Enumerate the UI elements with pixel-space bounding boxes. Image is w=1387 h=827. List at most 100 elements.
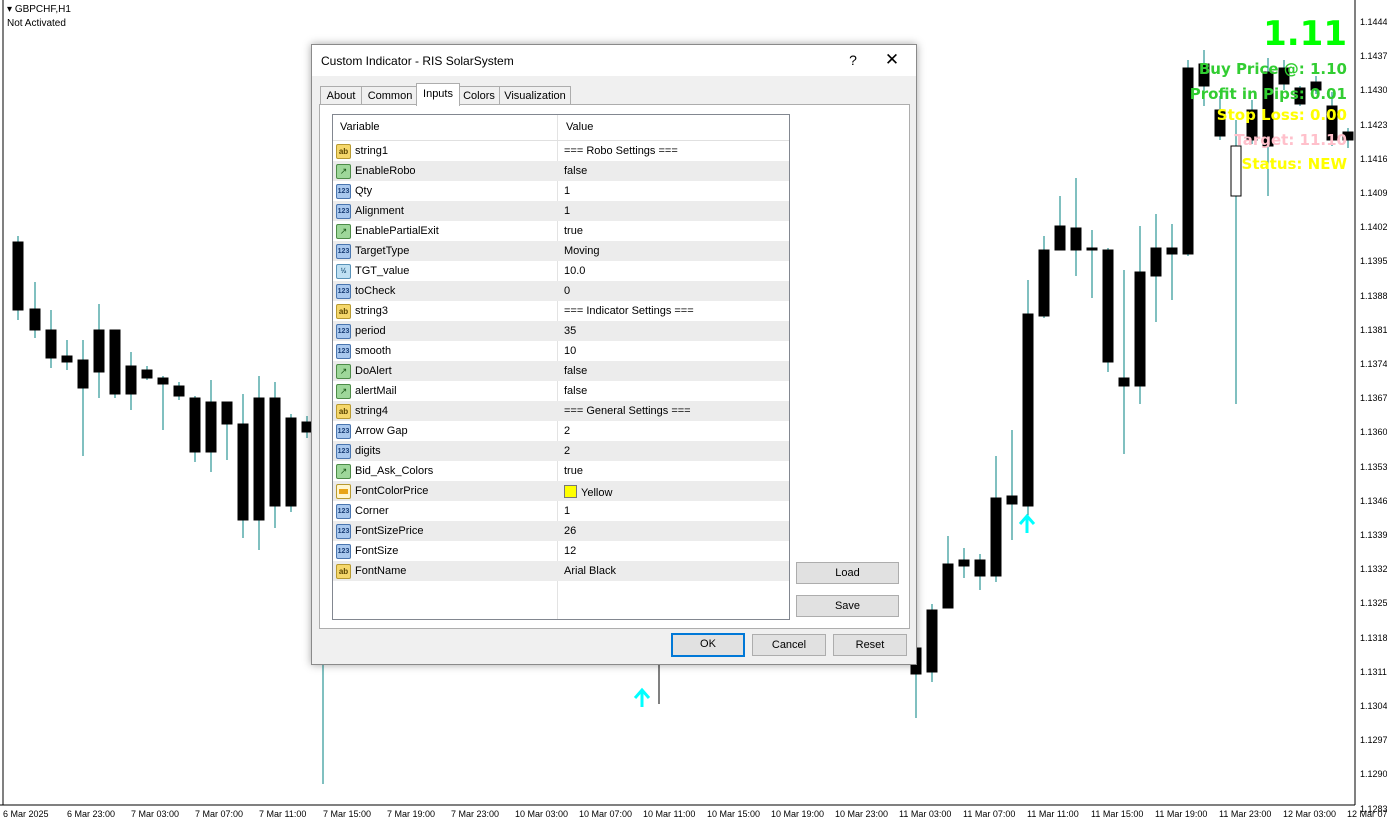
input-value[interactable]: === Robo Settings === <box>564 145 678 157</box>
input-row[interactable]: 123 Qty 1 <box>333 181 789 201</box>
input-variable-name: Arrow Gap <box>355 425 408 437</box>
price-axis-label: 1.1339 <box>1360 530 1387 540</box>
input-value[interactable]: 12 <box>564 545 576 557</box>
input-value[interactable]: false <box>564 165 587 177</box>
input-row[interactable]: ↗ EnablePartialExit true <box>333 221 789 241</box>
input-value[interactable]: Moving <box>564 245 599 257</box>
input-value[interactable]: === Indicator Settings === <box>564 305 694 317</box>
integer-type-icon: 123 <box>336 284 351 299</box>
candle-body <box>141 369 153 379</box>
input-value[interactable]: 10 <box>564 345 576 357</box>
input-value[interactable]: 2 <box>564 445 570 457</box>
overlay-buy-price: Buy Price @: 1.10 <box>1198 60 1347 78</box>
tab-common[interactable]: Common <box>361 86 419 105</box>
input-row[interactable]: ab string3 === Indicator Settings === <box>333 301 789 321</box>
input-row[interactable]: 123 FontSizePrice 26 <box>333 521 789 541</box>
candle-body <box>93 329 105 373</box>
input-value[interactable]: 35 <box>564 325 576 337</box>
input-variable-name: FontName <box>355 565 407 577</box>
input-row[interactable]: ab string1 === Robo Settings === <box>333 141 789 161</box>
dialog-titlebar[interactable]: Custom Indicator - RIS SolarSystem ? ✕ <box>312 45 916 76</box>
tab-colors[interactable]: Colors <box>458 86 500 105</box>
input-row[interactable]: 123 digits 2 <box>333 441 789 461</box>
candle-body <box>1102 249 1114 363</box>
input-row[interactable]: 123 Arrow Gap 2 <box>333 421 789 441</box>
input-row[interactable]: ab FontName Arial Black <box>333 561 789 581</box>
input-value[interactable]: 26 <box>564 525 576 537</box>
input-row[interactable]: ½ TGT_value 10.0 <box>333 261 789 281</box>
overlay-profit: Profit in Pips: 0.01 <box>1189 85 1347 103</box>
time-axis-label: 10 Mar 15:00 <box>707 809 761 819</box>
input-value[interactable]: true <box>564 465 583 477</box>
input-value[interactable]: false <box>564 365 587 377</box>
candle-body <box>1038 249 1050 317</box>
input-value[interactable]: 1 <box>564 205 570 217</box>
time-axis-label: 10 Mar 07:00 <box>579 809 633 819</box>
input-variable-name: TGT_value <box>355 265 410 277</box>
bool-type-icon: ↗ <box>336 164 351 179</box>
tab-visualization[interactable]: Visualization <box>499 86 571 105</box>
input-value[interactable]: 0 <box>564 285 570 297</box>
symbol-dropdown-icon[interactable]: ▾ <box>7 4 12 15</box>
save-button[interactable]: Save <box>796 595 899 617</box>
price-axis-label: 1.1311 <box>1360 666 1387 677</box>
input-row[interactable]: ab string4 === General Settings === <box>333 401 789 421</box>
price-axis-label: 1.1437 <box>1360 51 1387 62</box>
input-value[interactable]: 10.0 <box>564 265 585 277</box>
input-row[interactable]: 123 Alignment 1 <box>333 201 789 221</box>
input-row[interactable]: 123 FontSize 12 <box>333 541 789 561</box>
integer-type-icon: 123 <box>336 324 351 339</box>
input-value[interactable]: Yellow <box>564 485 612 499</box>
input-row[interactable]: ↗ EnableRobo false <box>333 161 789 181</box>
tab-about[interactable]: About <box>320 86 362 105</box>
integer-type-icon: 123 <box>336 504 351 519</box>
price-axis-label: 1.1360 <box>1360 427 1387 438</box>
time-axis-label: 6 Mar 23:00 <box>67 809 116 819</box>
input-variable-name: Corner <box>355 505 389 517</box>
reset-button[interactable]: Reset <box>833 634 907 656</box>
string-type-icon: ab <box>336 304 351 319</box>
candle-body <box>205 401 217 453</box>
input-row[interactable]: 123 period 35 <box>333 321 789 341</box>
ok-button[interactable]: OK <box>671 633 745 657</box>
cancel-button[interactable]: Cancel <box>752 634 826 656</box>
input-row[interactable]: ↗ Bid_Ask_Colors true <box>333 461 789 481</box>
input-value[interactable]: 1 <box>564 505 570 517</box>
input-value[interactable]: 2 <box>564 425 570 437</box>
double-type-icon: ½ <box>336 264 351 279</box>
input-row[interactable]: 123 Corner 1 <box>333 501 789 521</box>
help-icon[interactable]: ? <box>843 52 863 68</box>
input-row[interactable]: ↗ alertMail false <box>333 381 789 401</box>
overlay-stop-loss: Stop Loss: 0.00 <box>1216 106 1347 124</box>
candle-body <box>12 241 24 311</box>
symbol-label[interactable]: ▾ GBPCHF,H1 <box>7 4 71 15</box>
integer-type-icon: 123 <box>336 204 351 219</box>
column-header-variable[interactable]: Variable <box>340 121 380 133</box>
load-button[interactable]: Load <box>796 562 899 584</box>
time-axis-label: 7 Mar 19:00 <box>387 809 436 819</box>
input-value[interactable]: Arial Black <box>564 565 616 577</box>
candle-body <box>1054 225 1066 251</box>
column-header-value[interactable]: Value <box>566 121 593 133</box>
input-row[interactable]: 123 toCheck 0 <box>333 281 789 301</box>
input-row[interactable]: 123 TargetType Moving <box>333 241 789 261</box>
input-variable-name: period <box>355 325 386 337</box>
tab-inputs[interactable]: Inputs <box>416 83 460 106</box>
input-variable-name: toCheck <box>355 285 396 297</box>
candle-body <box>173 385 185 397</box>
input-variable-name: FontSize <box>355 545 399 557</box>
input-value[interactable]: === General Settings === <box>564 405 691 417</box>
close-icon[interactable]: ✕ <box>882 50 902 70</box>
time-axis-label: 11 Mar 03:00 <box>899 809 952 819</box>
input-row[interactable]: ↗ DoAlert false <box>333 361 789 381</box>
price-axis-label: 1.1395 <box>1360 256 1387 267</box>
input-value[interactable]: true <box>564 225 583 237</box>
input-value[interactable]: false <box>564 385 587 397</box>
bool-type-icon: ↗ <box>336 224 351 239</box>
color-swatch <box>564 485 577 498</box>
input-row[interactable]: 123 smooth 10 <box>333 341 789 361</box>
price-axis-label: 1.1325 <box>1360 598 1387 609</box>
time-axis-label: 11 Mar 11:00 <box>1027 809 1079 819</box>
input-value[interactable]: 1 <box>564 185 570 197</box>
input-row[interactable]: FontColorPrice Yellow <box>333 481 789 501</box>
